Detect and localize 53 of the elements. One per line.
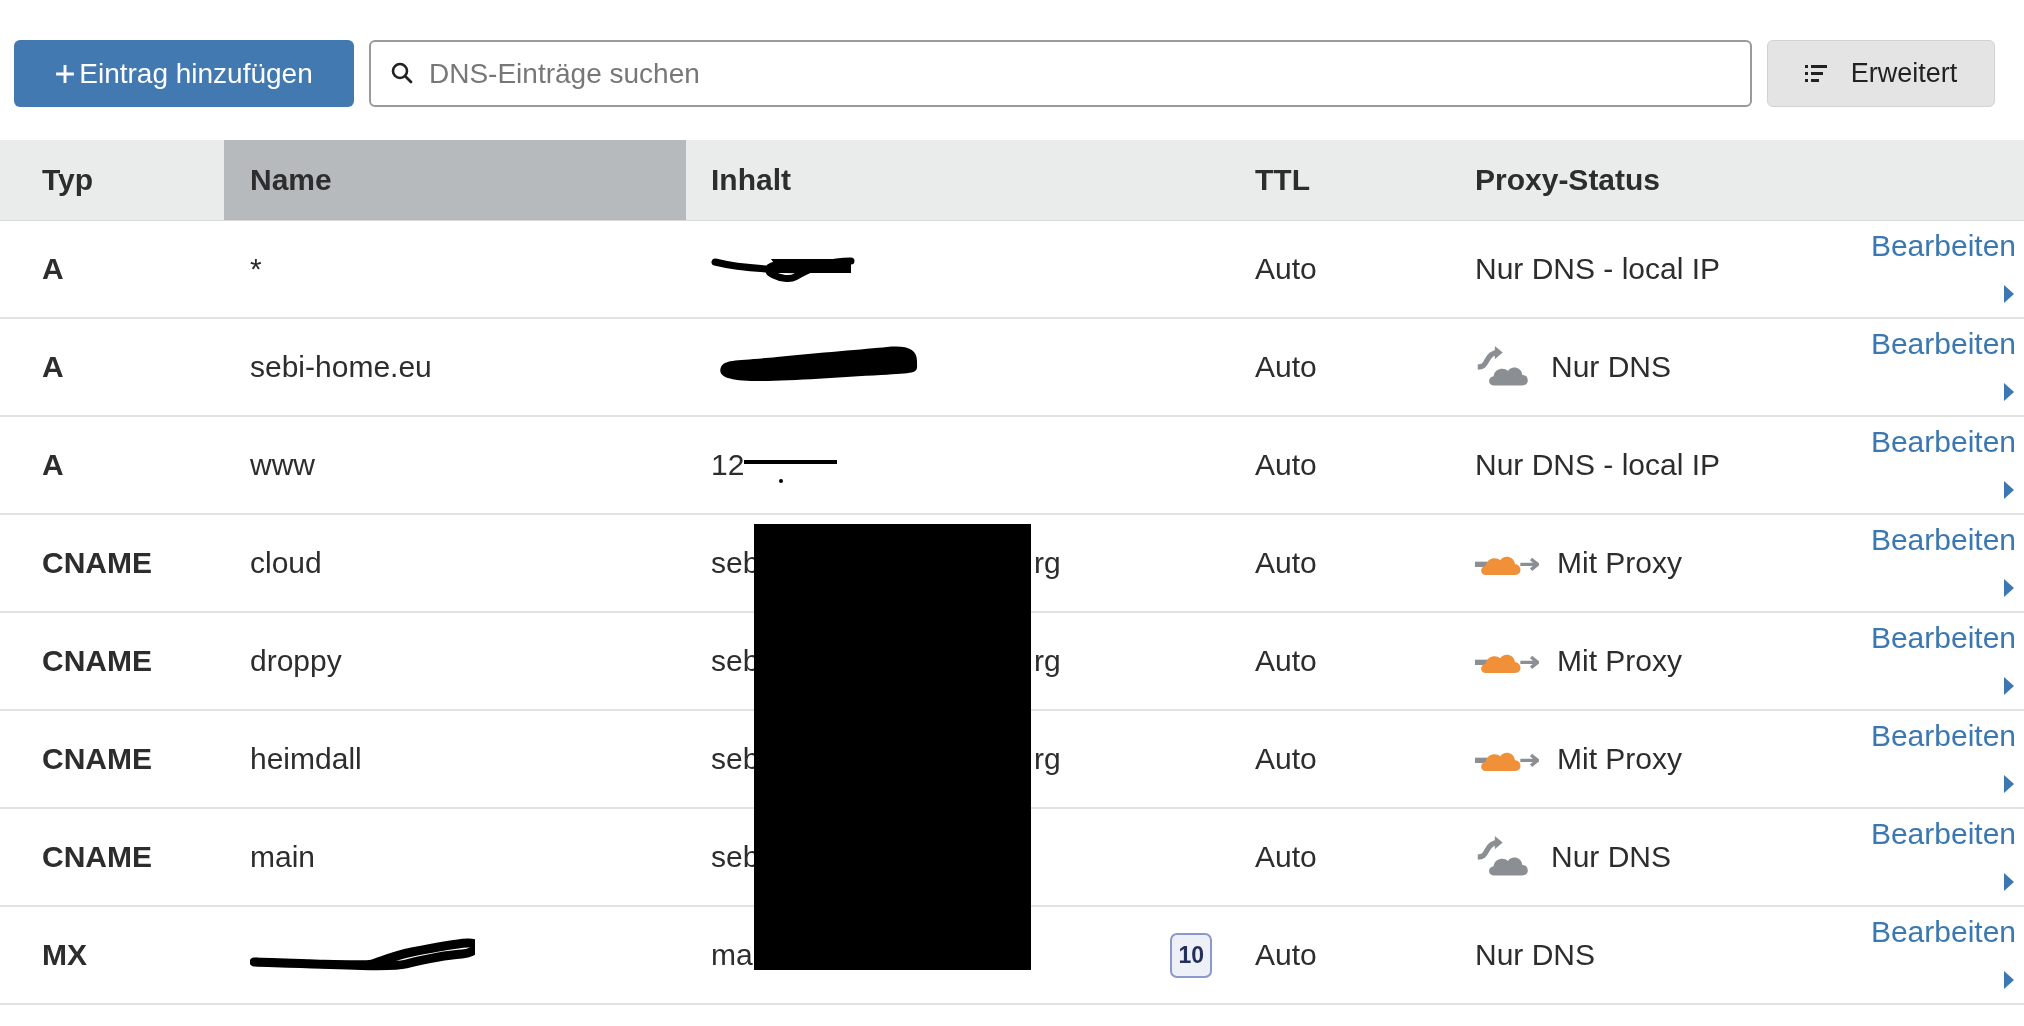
- proxy-status: Nur DNS - local IP: [1475, 252, 1721, 286]
- column-header[interactable]: TTL: [1230, 140, 1450, 220]
- proxy-status: Nur DNS: [1551, 350, 1671, 384]
- record-type: A: [41, 251, 65, 287]
- ttl-value: Auto: [1254, 839, 1318, 875]
- edit-link[interactable]: Bearbeiten: [1870, 523, 2016, 557]
- ttl-value: Auto: [1254, 447, 1318, 483]
- proxy-status: Nur DNS: [1475, 938, 1595, 972]
- proxy-status: Nur DNS - local IP: [1475, 448, 1721, 482]
- edit-link[interactable]: Bearbeiten: [1870, 817, 2016, 851]
- proxy-status: Mit Proxy: [1557, 644, 1682, 678]
- record-content: rg: [1034, 546, 1061, 580]
- column-header[interactable]: Typ: [0, 140, 224, 220]
- ttl-value: Auto: [1254, 643, 1318, 679]
- edit-link[interactable]: Bearbeiten: [1870, 425, 2016, 459]
- edit-link[interactable]: Bearbeiten: [1870, 327, 2016, 361]
- column-header[interactable]: Name: [224, 140, 686, 220]
- record-content: rg: [1034, 644, 1061, 678]
- edit-link[interactable]: Bearbeiten: [1870, 621, 2016, 655]
- record-name: cloud: [250, 546, 322, 580]
- record-type: CNAME: [41, 643, 153, 679]
- ttl-value: Auto: [1254, 937, 1318, 973]
- add-entry-button[interactable]: Eintrag hinzufügen: [14, 40, 354, 107]
- edit-link[interactable]: Bearbeiten: [1870, 915, 2016, 949]
- record-type: CNAME: [41, 545, 153, 581]
- ttl-value: Auto: [1254, 251, 1318, 287]
- record-type: MX: [41, 937, 88, 973]
- record-name: www: [250, 448, 315, 482]
- proxy-status: Mit Proxy: [1557, 546, 1682, 580]
- record-content: rg: [1034, 742, 1061, 776]
- record-type: A: [41, 447, 65, 483]
- record-name: heimdall: [250, 742, 362, 776]
- record-name: sebi-home.eu: [250, 350, 432, 384]
- record-name: *: [250, 252, 262, 286]
- edit-link[interactable]: Bearbeiten: [1870, 719, 2016, 753]
- proxy-status: Mit Proxy: [1557, 742, 1682, 776]
- ttl-value: Auto: [1254, 545, 1318, 581]
- advanced-button[interactable]: Erweitert: [1767, 40, 1995, 107]
- column-header[interactable]: Proxy-Status: [1450, 140, 1840, 220]
- record-content: 12: [711, 448, 745, 482]
- record-name: main: [250, 840, 316, 874]
- priority-badge: 10: [1170, 932, 1212, 978]
- ttl-value: Auto: [1254, 349, 1318, 385]
- search-field[interactable]: DNS-Einträge suchen: [369, 40, 1752, 107]
- proxy-status: Nur DNS: [1551, 840, 1671, 874]
- record-type: A: [41, 349, 65, 385]
- ttl-value: Auto: [1254, 741, 1318, 777]
- record-content: ma: [711, 938, 754, 972]
- record-type: CNAME: [41, 839, 153, 875]
- record-type: CNAME: [41, 741, 153, 777]
- column-header[interactable]: Inhalt: [686, 140, 1230, 220]
- record-name: droppy: [250, 644, 342, 678]
- edit-link[interactable]: Bearbeiten: [1870, 229, 2016, 263]
